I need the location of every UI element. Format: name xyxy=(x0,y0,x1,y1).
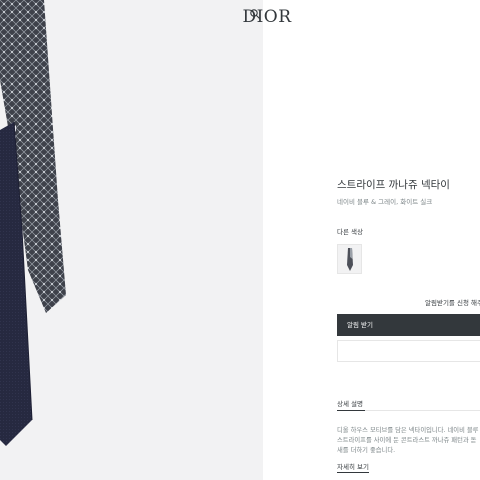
product-title: 스트라이프 까나쥬 넥타이 xyxy=(337,179,450,191)
tie-thumbnail-icon xyxy=(347,248,353,271)
description-text: 디올 하우스 모티브를 담은 넥타이입니다. 네이비 블루 xyxy=(337,427,479,434)
brand-logo[interactable]: DIOR xyxy=(241,6,293,28)
description-tab[interactable]: 상세 설명 xyxy=(337,398,363,408)
necktie-image xyxy=(0,0,66,446)
description-text: 새를 더하기 좋습니다. xyxy=(337,447,396,454)
description-text: 스트라이프를 사이에 둔 콘트라스트 까나쥬 패턴과 돋 xyxy=(337,437,477,444)
color-swatch[interactable] xyxy=(337,244,362,274)
product-subtitle: 네이비 블루 & 그레이, 화이트 실크 xyxy=(337,198,433,206)
secondary-button[interactable] xyxy=(337,340,480,362)
description-tab-underline xyxy=(337,410,365,411)
divider xyxy=(365,410,480,411)
other-colors-label: 다른 색상 xyxy=(337,228,363,236)
product-image-panel xyxy=(0,0,263,480)
notify-note: 알림받기를 신청 해주세요 xyxy=(425,299,480,307)
read-more-link[interactable]: 자세히 보기 xyxy=(337,461,369,473)
notify-button[interactable]: 알림 받기 xyxy=(337,314,480,336)
product-details: 스트라이프 까나쥬 넥타이 네이비 블루 & 그레이, 화이트 실크 다른 색상… xyxy=(337,0,480,480)
